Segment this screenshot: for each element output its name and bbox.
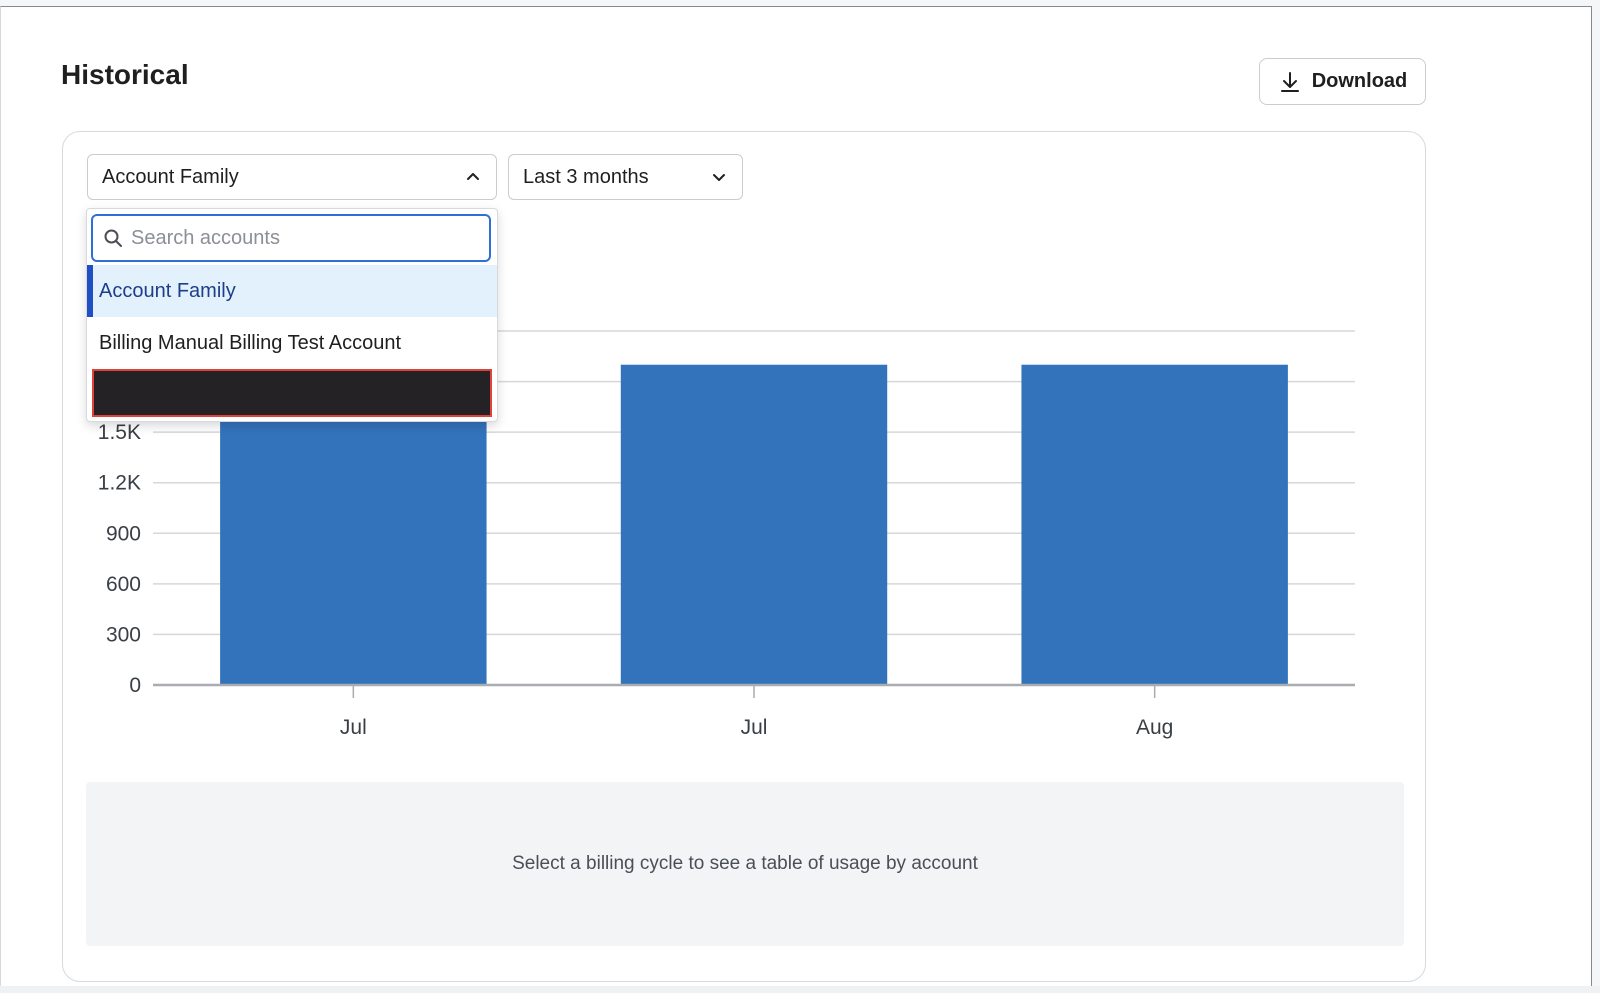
bar	[620, 364, 888, 685]
y-tick-label: 1.2K	[98, 472, 141, 495]
table-hint-text: Select a billing cycle to see a table of…	[512, 853, 978, 874]
search-icon	[104, 229, 122, 247]
download-button[interactable]: Download	[1259, 58, 1426, 105]
y-tick-label: 0	[129, 674, 141, 697]
download-icon	[1280, 71, 1299, 92]
page-footer-strip	[0, 986, 1600, 993]
search-input[interactable]	[131, 226, 489, 250]
range-select-value: Last 3 months	[523, 165, 649, 188]
page-title: Historical	[61, 59, 189, 90]
x-tick-label: Jul	[741, 716, 768, 739]
x-tick-label: Aug	[1136, 716, 1173, 739]
option-label: Account Family	[99, 279, 236, 302]
chevron-down-icon	[713, 174, 725, 181]
dropdown-option-redacted[interactable]	[92, 369, 492, 417]
search-box[interactable]	[91, 214, 491, 262]
dropdown-option-billing-manual[interactable]: Billing Manual Billing Test Account	[87, 317, 497, 369]
account-dropdown-menu: Account Family Billing Manual Billing Te…	[86, 208, 498, 422]
y-tick-label: 600	[106, 573, 141, 596]
range-select[interactable]: Last 3 months	[508, 154, 743, 200]
bar	[1021, 364, 1288, 685]
download-label: Download	[1311, 70, 1408, 92]
y-tick-label: 300	[106, 623, 141, 646]
usage-table-placeholder: Select a billing cycle to see a table of…	[86, 782, 1404, 946]
chevron-up-icon	[467, 173, 479, 180]
x-tick-label: Jul	[340, 716, 367, 739]
page: Historical Download 03006009001.2K1.5K1.…	[0, 6, 1592, 986]
account-select-value: Account Family	[102, 165, 239, 188]
option-label: Billing Manual Billing Test Account	[99, 331, 402, 354]
historical-card: 03006009001.2K1.5K1.8K2.1KJulJulAug Acco…	[62, 131, 1426, 982]
y-tick-label: 1.5K	[98, 421, 141, 444]
y-tick-label: 900	[106, 522, 141, 545]
account-select[interactable]: Account Family	[87, 154, 497, 200]
dropdown-option-account-family[interactable]: Account Family	[87, 265, 497, 317]
